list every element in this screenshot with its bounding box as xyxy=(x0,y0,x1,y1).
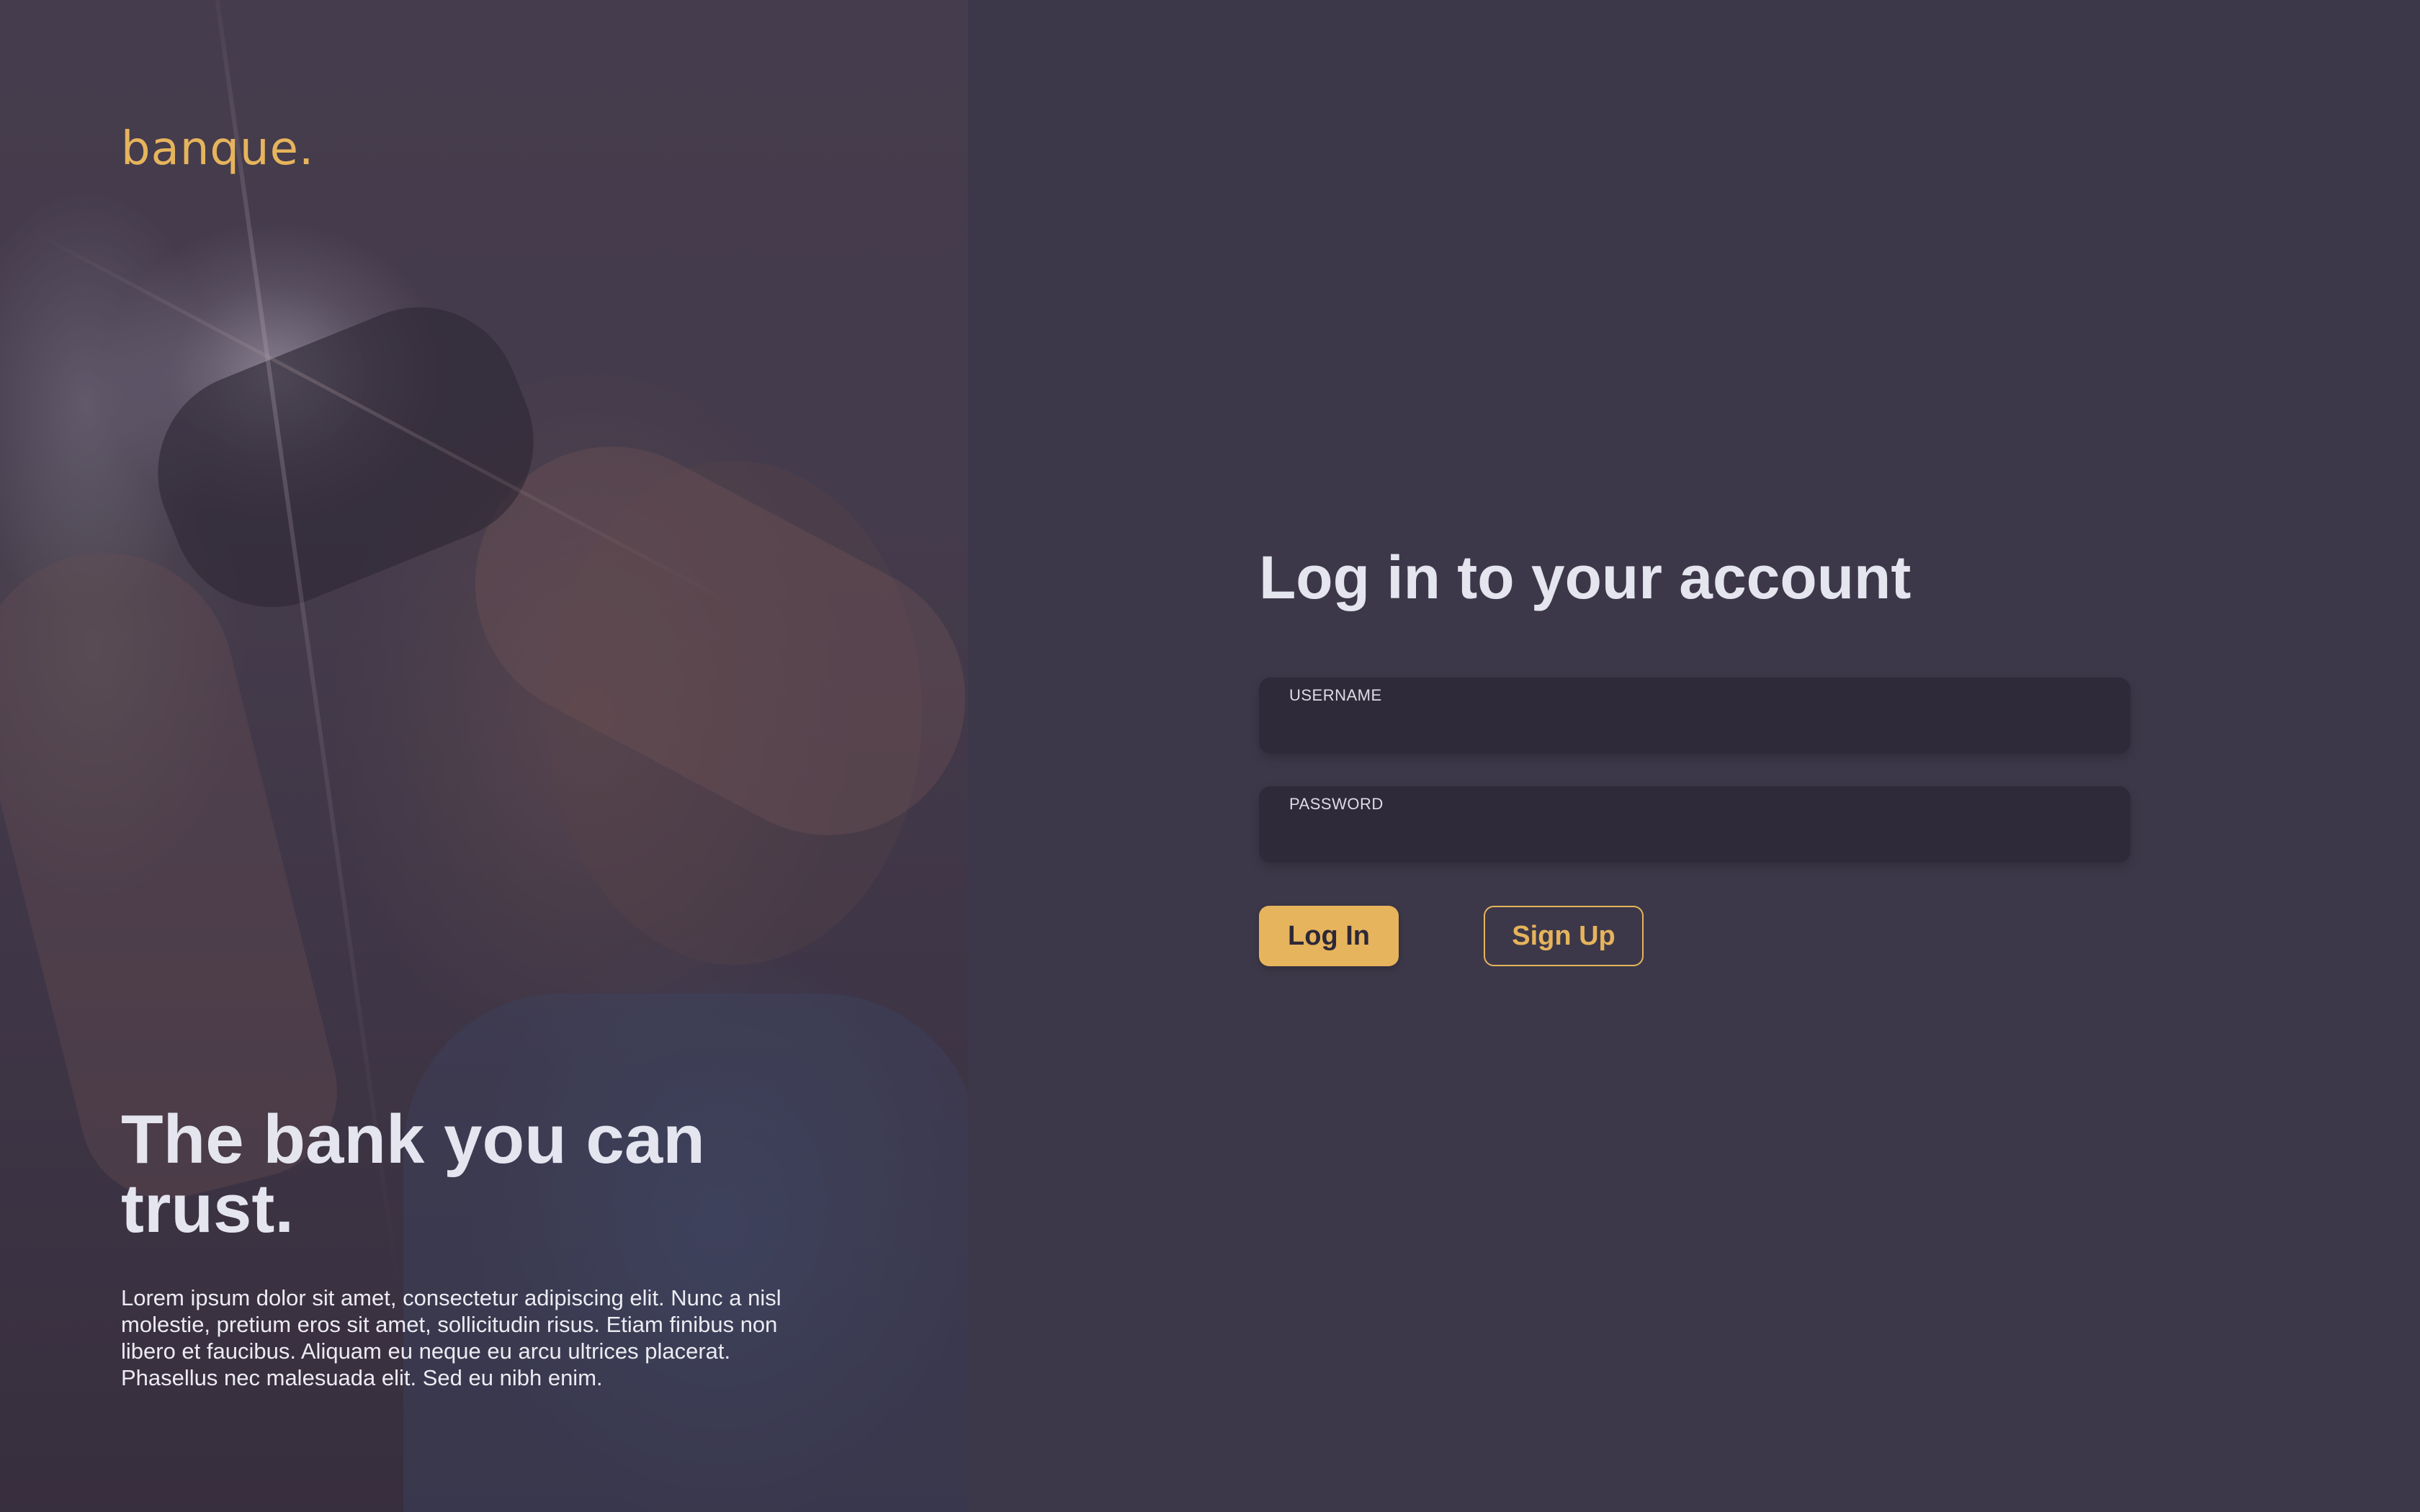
hero-description: Lorem ipsum dolor sit amet, consectetur … xyxy=(121,1285,781,1390)
password-input[interactable] xyxy=(1289,819,2096,854)
brand-logo: banque. xyxy=(121,122,315,176)
signup-button[interactable]: Sign Up xyxy=(1484,906,1644,966)
hero-panel: banque. The bank you can trust. Lorem ip… xyxy=(0,0,968,1512)
password-field[interactable]: PASSWORD xyxy=(1259,786,2130,863)
password-label: PASSWORD xyxy=(1289,795,1384,813)
username-label: USERNAME xyxy=(1289,686,1382,704)
login-button[interactable]: Log In xyxy=(1259,906,1399,966)
username-field[interactable]: USERNAME xyxy=(1259,678,2130,754)
hero-title: The bank you can trust. xyxy=(121,1101,705,1247)
login-title: Log in to your account xyxy=(1259,544,1912,611)
login-page: banque. The bank you can trust. Lorem ip… xyxy=(0,0,2420,1512)
username-input[interactable] xyxy=(1289,711,2096,745)
login-panel: Log in to your account USERNAME PASSWORD… xyxy=(968,0,2420,1512)
